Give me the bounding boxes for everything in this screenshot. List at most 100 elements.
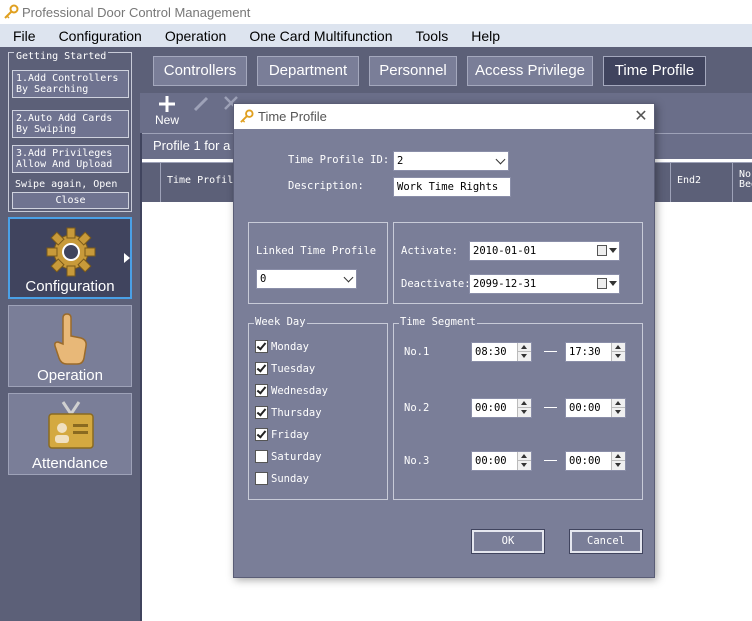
new-button-label: New [154, 113, 179, 127]
linked-profile-group [248, 222, 388, 304]
segment-2-label: No.2 [404, 402, 430, 414]
nav-operation[interactable]: Operation [8, 305, 132, 387]
cancel-button[interactable]: Cancel [569, 529, 643, 554]
time-profile-dialog: Time Profile ✕ Time Profile ID: 2 Descri… [233, 103, 655, 578]
dialog-title: Time Profile [258, 109, 327, 124]
profile-id-select[interactable]: 2 [393, 151, 509, 171]
deactivate-date-picker[interactable]: 2099-12-31 [469, 274, 620, 294]
profile-id-value: 2 [397, 155, 404, 167]
segment-2-end-time[interactable]: 00:00 [565, 398, 626, 418]
ok-button[interactable]: OK [471, 529, 545, 554]
nav-active-indicator [124, 253, 130, 263]
linked-profile-label: Linked Time Profile [256, 245, 377, 257]
id-badge-icon [48, 401, 94, 449]
close-icon[interactable]: ✕ [632, 107, 650, 125]
segment-1-start-time[interactable]: 08:30 [471, 342, 532, 362]
add-controllers-button[interactable]: 1.Add Controllers By Searching [12, 70, 129, 98]
hand-pointer-icon [54, 313, 87, 365]
thursday-checkbox[interactable] [255, 406, 268, 419]
chevron-down-icon [343, 272, 354, 283]
nav-attendance[interactable]: Attendance [8, 393, 132, 475]
segment-3-start-value: 00:00 [475, 455, 507, 467]
segment-2-start-value: 00:00 [475, 402, 507, 414]
menu-configuration[interactable]: Configuration [46, 28, 152, 44]
nav-operation-label: Operation [37, 367, 103, 384]
thursday-label: Thursday [271, 407, 322, 419]
gear-icon [46, 227, 96, 277]
tab-time-profile[interactable]: Time Profile [603, 56, 706, 86]
app-title: Professional Door Control Management [22, 4, 251, 20]
segment-1-start-value: 08:30 [475, 346, 507, 358]
plus-icon [159, 96, 175, 112]
time-spinner[interactable] [611, 399, 625, 417]
menu-help[interactable]: Help [458, 28, 510, 44]
menu-bar: File Configuration Operation One Card Mu… [0, 24, 752, 47]
menu-tools[interactable]: Tools [403, 28, 459, 44]
grid-col-no-begin[interactable]: No. Beg [732, 162, 752, 202]
nav-configuration[interactable]: Configuration [8, 217, 132, 299]
getting-started-title: Getting Started [14, 51, 109, 62]
segment-3-start-time[interactable]: 00:00 [471, 451, 532, 471]
linked-profile-select[interactable]: 0 [256, 269, 357, 289]
time-spinner[interactable] [517, 399, 531, 417]
monday-label: Monday [271, 341, 309, 353]
segment-3-end-time[interactable]: 00:00 [565, 451, 626, 471]
profile-id-label: Time Profile ID: [288, 154, 390, 166]
chevron-down-icon [495, 154, 506, 165]
friday-checkbox[interactable] [255, 428, 268, 441]
activate-label: Activate: [401, 245, 458, 257]
saturday-checkbox[interactable] [255, 450, 268, 463]
menu-file[interactable]: File [0, 28, 46, 44]
time-segment-title: Time Segment [399, 316, 477, 328]
time-spinner[interactable] [517, 343, 531, 361]
segment-3-label: No.3 [404, 455, 430, 467]
description-input[interactable]: Work Time Rights [393, 177, 511, 197]
edit-icon[interactable] [192, 96, 210, 112]
add-privileges-button[interactable]: 3.Add Privileges Allow And Upload [12, 145, 129, 173]
segment-2-start-time[interactable]: 00:00 [471, 398, 532, 418]
deactivate-label: Deactivate: [401, 278, 471, 290]
grid-col-time-profile[interactable]: Time Profil [160, 162, 240, 202]
segment-1-end-time[interactable]: 17:30 [565, 342, 626, 362]
calendar-icon[interactable] [597, 277, 617, 291]
info-text: Profile 1 for a [153, 138, 231, 153]
friday-label: Friday [271, 429, 309, 441]
activate-date-picker[interactable]: 2010-01-01 [469, 241, 620, 261]
nav-configuration-label: Configuration [25, 278, 115, 295]
tab-access-privilege[interactable]: Access Privilege [467, 56, 593, 86]
tab-personnel[interactable]: Personnel [369, 56, 457, 86]
tab-department[interactable]: Department [257, 56, 359, 86]
segment-1-dash [544, 351, 557, 352]
tab-controllers[interactable]: Controllers [153, 56, 247, 86]
sunday-checkbox[interactable] [255, 472, 268, 485]
segment-2-dash [544, 407, 557, 408]
app-titlebar: Professional Door Control Management [0, 0, 752, 24]
segment-3-end-value: 00:00 [569, 455, 601, 467]
key-icon [240, 109, 254, 123]
activate-date-value: 2010-01-01 [473, 245, 537, 257]
menu-operation[interactable]: Operation [152, 28, 236, 44]
calendar-icon[interactable] [597, 244, 617, 258]
sunday-label: Sunday [271, 473, 309, 485]
tuesday-label: Tuesday [271, 363, 316, 375]
time-spinner[interactable] [611, 343, 625, 361]
monday-checkbox[interactable] [255, 340, 268, 353]
new-button[interactable]: New [152, 93, 182, 127]
time-spinner[interactable] [517, 452, 531, 470]
menu-one-card[interactable]: One Card Multifunction [236, 28, 402, 44]
grid-col-end2[interactable]: End2 [670, 162, 732, 202]
saturday-label: Saturday [271, 451, 322, 463]
getting-started-close-button[interactable]: Close [12, 192, 129, 209]
nav-attendance-label: Attendance [32, 455, 108, 472]
key-icon [4, 4, 19, 19]
time-spinner[interactable] [611, 452, 625, 470]
deactivate-date-value: 2099-12-31 [473, 278, 537, 290]
wednesday-checkbox[interactable] [255, 384, 268, 397]
description-label: Description: [288, 180, 364, 192]
tuesday-checkbox[interactable] [255, 362, 268, 375]
segment-3-dash [544, 460, 557, 461]
auto-add-cards-button[interactable]: 2.Auto Add Cards By Swiping [12, 110, 129, 138]
getting-started-note: Swipe again, Open [15, 179, 118, 190]
weekday-group-title: Week Day [254, 316, 307, 328]
segment-1-end-value: 17:30 [569, 346, 601, 358]
